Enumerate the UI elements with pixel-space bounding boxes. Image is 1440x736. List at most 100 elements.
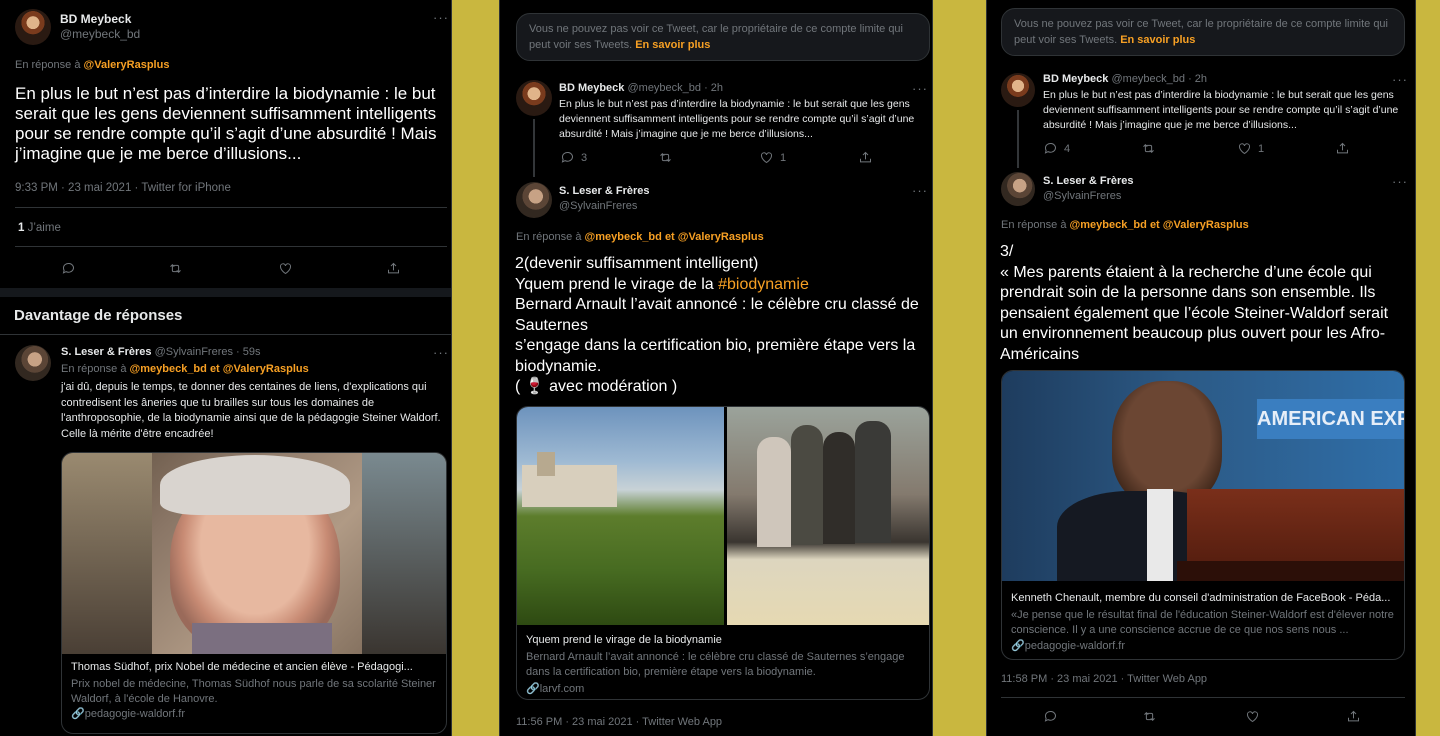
more-replies-heading: Davantage de réponses [14, 307, 183, 324]
reply-button[interactable]: 4 [1043, 141, 1070, 156]
reply-icon [561, 152, 573, 163]
card-image [62, 453, 446, 654]
card-domain: 🔗pedagogie-waldorf.fr [71, 708, 185, 720]
link-card[interactable]: Yquem prend le virage de la biodynamie B… [516, 406, 930, 700]
like-button[interactable]: 1 [1237, 141, 1264, 156]
timestamp[interactable]: 11:58 PM · 23 mai 2021 · Twitter Web App [1001, 673, 1207, 685]
link-icon: 🔗 [1011, 640, 1025, 652]
more-options-icon[interactable]: ··· [912, 183, 928, 198]
card-description: Prix nobel de médecine, Thomas Südhof no… [71, 678, 436, 705]
author-name[interactable]: S. Leser & Frères [1043, 175, 1134, 187]
author-name[interactable]: S. Leser & Frères [61, 346, 152, 358]
reply-context: En réponse à @meybeck_bd et @ValeryRaspl… [516, 231, 764, 243]
reply-context: En réponse à @meybeck_bd et @ValeryRaspl… [61, 363, 309, 375]
reply-button[interactable] [61, 261, 76, 276]
reply-button[interactable] [1043, 709, 1058, 724]
likes-stat[interactable]: 1 J’aime [18, 222, 61, 234]
reply-context: En réponse à @ValeryRasplus [15, 59, 170, 71]
link-card[interactable]: Thomas Südhof, prix Nobel de médecine et… [61, 452, 447, 734]
restricted-tweet-notice: Vous ne pouvez pas voir ce Tweet, car le… [1001, 8, 1405, 56]
author-name[interactable]: BD Meybeck [1043, 73, 1108, 85]
avatar[interactable] [516, 182, 552, 218]
like-button[interactable]: 1 [759, 150, 786, 165]
retweet-icon [660, 153, 671, 162]
avatar[interactable] [15, 9, 51, 45]
card-description: Bernard Arnault l’avait annoncé : le cél… [526, 651, 905, 678]
reply-button[interactable]: 3 [560, 150, 587, 165]
learn-more-link[interactable]: En savoir plus [1120, 34, 1195, 46]
mention-link[interactable]: @meybeck_bd [585, 231, 662, 243]
retweet-icon [170, 264, 181, 273]
card-description: «Je pense que le résultat final de l'édu… [1011, 609, 1394, 636]
author-handle[interactable]: @SylvainFreres [155, 346, 233, 358]
tweet-column-3: Vous ne pouvez pas voir ce Tweet, car le… [986, 0, 1416, 736]
learn-more-link[interactable]: En savoir plus [635, 39, 710, 51]
mention-link[interactable]: @meybeck_bd [1070, 219, 1147, 231]
like-button[interactable] [278, 261, 293, 276]
timestamp[interactable]: 11:56 PM · 23 mai 2021 · Twitter Web App [516, 716, 722, 728]
more-options-icon[interactable]: ··· [1392, 174, 1408, 189]
author-handle[interactable]: @SylvainFreres [559, 200, 637, 212]
retweet-icon [1144, 712, 1155, 721]
card-image: AMERICAN EXPRESS [1002, 371, 1404, 581]
more-options-icon[interactable]: ··· [1392, 72, 1408, 87]
reply-icon [62, 263, 74, 274]
heart-icon [1239, 143, 1250, 155]
like-button[interactable] [1245, 709, 1260, 724]
reply-icon [1044, 143, 1056, 154]
divider [1001, 697, 1405, 698]
restricted-tweet-notice: Vous ne pouvez pas voir ce Tweet, car le… [516, 13, 930, 61]
share-button[interactable] [858, 150, 873, 165]
time-ago[interactable]: · 59s [236, 346, 260, 358]
mention-link[interactable]: @meybeck_bd [130, 363, 207, 375]
retweet-button[interactable] [1142, 709, 1157, 724]
card-domain: 🔗larvf.com [526, 683, 585, 695]
retweet-button[interactable] [1141, 141, 1156, 156]
mention-link[interactable]: @ValeryRasplus [84, 59, 170, 71]
retweet-button[interactable] [168, 261, 183, 276]
card-sign-text: AMERICAN EXPRESS [1257, 399, 1404, 439]
timestamp[interactable]: 9:33 PM · 23 mai 2021 · Twitter for iPho… [15, 182, 231, 194]
share-button[interactable] [386, 261, 401, 276]
divider [15, 246, 447, 247]
parent-header: BD Meybeck @meybeck_bd · 2h [559, 82, 723, 94]
section-separator [0, 288, 451, 297]
thread-line [533, 119, 535, 177]
share-button[interactable] [1346, 709, 1361, 724]
author-name[interactable]: BD Meybeck [60, 12, 131, 26]
more-options-icon[interactable]: ··· [433, 10, 449, 25]
mention-link[interactable]: @ValeryRasplus [1163, 219, 1249, 231]
share-button[interactable] [1335, 141, 1350, 156]
author-name[interactable]: BD Meybeck [559, 82, 624, 94]
author-handle[interactable]: @meybeck_bd · 2h [1111, 73, 1207, 85]
hashtag-link[interactable]: #biodynamie [718, 276, 809, 293]
retweet-button[interactable] [658, 150, 673, 165]
mention-link[interactable]: @ValeryRasplus [678, 231, 764, 243]
more-options-icon[interactable]: ··· [912, 81, 928, 96]
author-handle[interactable]: @SylvainFreres [1043, 190, 1121, 202]
author-name[interactable]: S. Leser & Frères [559, 185, 650, 197]
tweet-text: 2(devenir suffisamment intelligent) Yque… [515, 255, 919, 395]
share-icon [388, 262, 399, 274]
heart-icon [280, 263, 291, 275]
reply-context: En réponse à @meybeck_bd et @ValeryRaspl… [1001, 219, 1249, 231]
card-title: Kenneth Chenault, membre du conseil d'ad… [1011, 592, 1391, 604]
mention-link[interactable]: @ValeryRasplus [223, 363, 309, 375]
reply-text: j'ai dû, depuis le temps, te donner des … [61, 381, 441, 440]
parent-text: En plus le but n’est pas d’interdire la … [1043, 89, 1399, 131]
avatar[interactable] [15, 345, 51, 381]
more-options-icon[interactable]: ··· [433, 345, 449, 360]
author-handle[interactable]: @meybeck_bd · 2h [627, 82, 723, 94]
share-icon [1348, 710, 1359, 722]
card-title: Thomas Südhof, prix Nobel de médecine et… [71, 661, 413, 673]
share-icon [860, 151, 871, 163]
avatar[interactable] [516, 80, 552, 116]
avatar[interactable] [1001, 172, 1035, 206]
card-image [517, 407, 929, 625]
card-title: Yquem prend le virage de la biodynamie [526, 634, 722, 646]
avatar[interactable] [1001, 73, 1035, 107]
link-card[interactable]: AMERICAN EXPRESS Kenneth Chenault, membr… [1001, 370, 1405, 660]
link-icon: 🔗 [526, 683, 540, 695]
author-handle[interactable]: @meybeck_bd [60, 27, 140, 41]
reply-header: S. Leser & Frères @SylvainFreres · 59s [61, 346, 261, 358]
